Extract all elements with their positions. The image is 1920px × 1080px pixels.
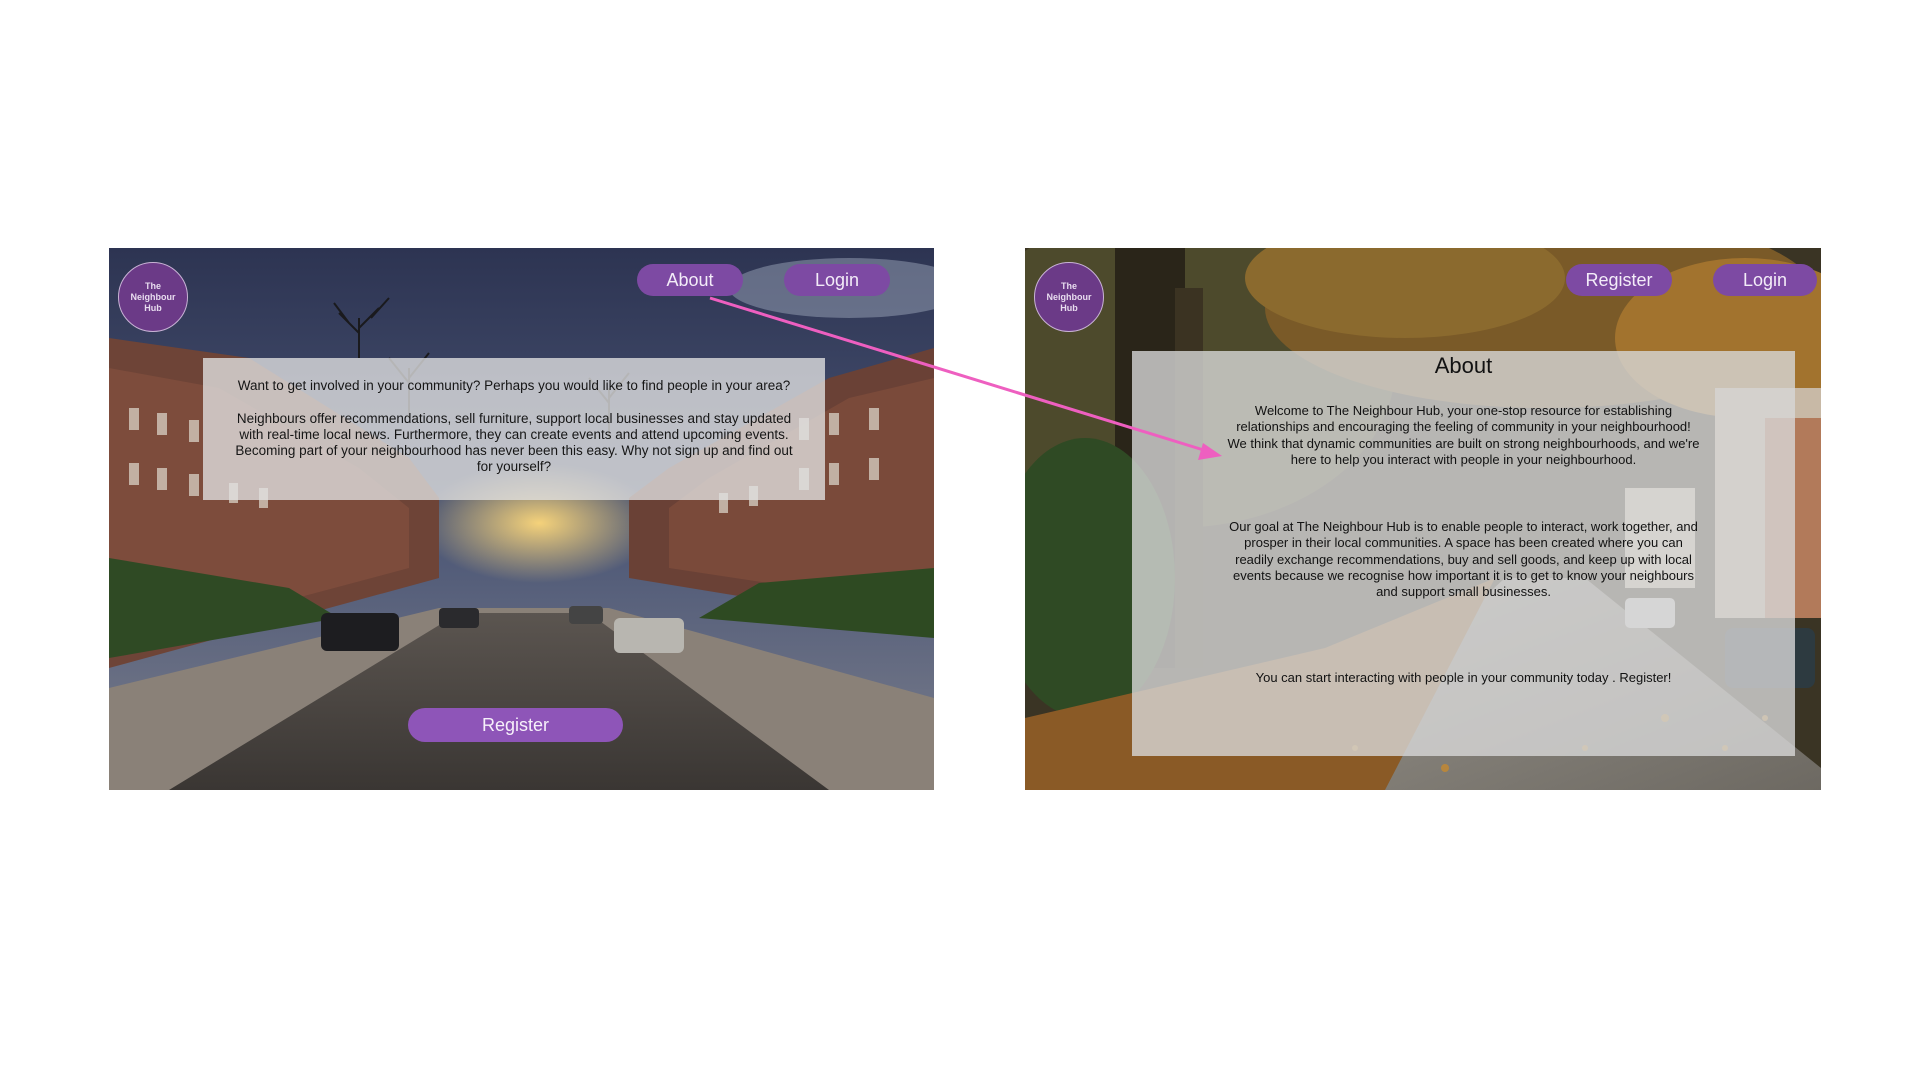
home-screen: The Neighbour Hub About Login Want to ge… xyxy=(109,248,934,790)
register-button[interactable]: Register xyxy=(408,708,623,742)
about-screen: The Neighbour Hub Register Login About W… xyxy=(1025,248,1821,790)
brand-logo[interactable]: The Neighbour Hub xyxy=(118,262,188,332)
intro-card: Want to get involved in your community? … xyxy=(203,358,825,500)
about-paragraph-welcome: Welcome to The Neighbour Hub, your one-s… xyxy=(1227,403,1700,467)
register-nav-button[interactable]: Register xyxy=(1566,264,1672,296)
about-title: About xyxy=(1434,353,1493,378)
login-button[interactable]: Login xyxy=(784,264,890,296)
about-paragraph-cta: You can start interacting with people in… xyxy=(1255,670,1672,685)
about-paragraph-goal: Our goal at The Neighbour Hub is to enab… xyxy=(1229,519,1698,600)
about-card: About Welcome to The Neighbour Hub, your… xyxy=(1132,351,1795,756)
intro-question: Want to get involved in your community? … xyxy=(237,378,791,393)
login-button[interactable]: Login xyxy=(1713,264,1817,296)
brand-logo[interactable]: The Neighbour Hub xyxy=(1034,262,1104,332)
intro-paragraph: Neighbours offer recommendations, sell f… xyxy=(235,411,793,474)
about-button[interactable]: About xyxy=(637,264,743,296)
